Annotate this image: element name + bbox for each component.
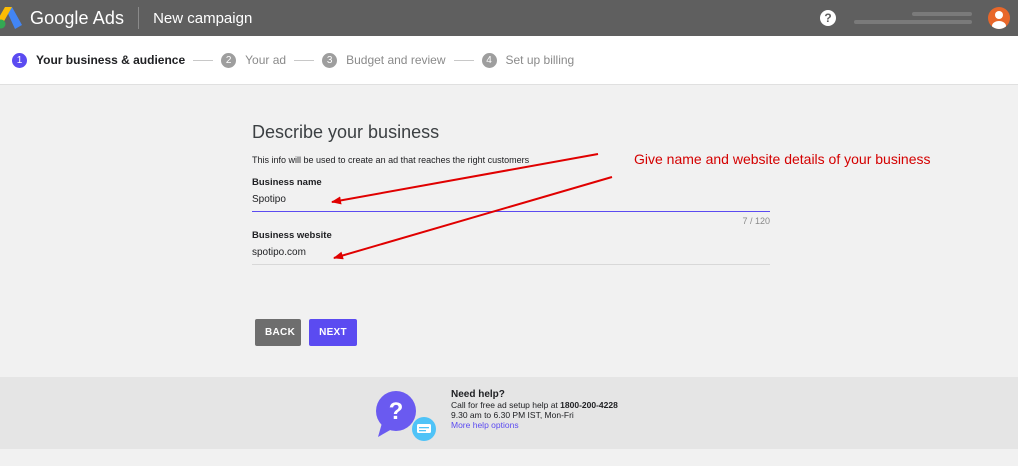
help-phone-prefix: Call for free ad setup help at: [451, 400, 561, 410]
help-footer: ? Need help? Call for free ad setup help…: [0, 377, 1018, 449]
step-budget-review[interactable]: 3 Budget and review: [322, 52, 446, 68]
business-website-input[interactable]: [252, 247, 770, 264]
help-phone-number: 1800-200-4228: [560, 400, 618, 410]
step-connector: [294, 59, 315, 61]
header-divider: [138, 7, 140, 29]
step-connector: [193, 59, 214, 61]
character-counter: 7 / 120: [742, 216, 770, 226]
business-form: Describe your business This info will be…: [252, 122, 770, 265]
business-name-underline: [252, 211, 770, 212]
top-app-bar: Google Ads New campaign ?: [0, 0, 1018, 36]
account-avatar-icon[interactable]: [988, 7, 1010, 29]
back-button[interactable]: BACK: [255, 319, 301, 346]
step-label: Your business & audience: [36, 53, 186, 67]
step-label: Budget and review: [346, 53, 446, 67]
business-website-underline: [252, 264, 770, 265]
step-label: Your ad: [245, 53, 287, 67]
step-number: 4: [481, 52, 497, 68]
header-actions: ?: [820, 0, 1018, 36]
step-your-ad[interactable]: 2 Your ad: [221, 52, 287, 68]
step-number: 3: [322, 52, 338, 68]
campaign-stepper: 1 Your business & audience 2 Your ad 3 B…: [0, 36, 1018, 85]
page-title: New campaign: [153, 9, 253, 27]
step-label: Set up billing: [505, 53, 575, 67]
help-hours: 9.30 am to 6.30 PM IST, Mon-Fri: [451, 410, 574, 420]
annotation-callout: Give name and website details of your bu…: [634, 151, 931, 167]
form-heading: Describe your business: [252, 122, 440, 142]
business-name-label: Business name: [252, 177, 322, 188]
form-actions: BACK NEXT: [255, 319, 357, 346]
brand-name: Google Ads: [30, 7, 125, 28]
step-business-audience[interactable]: 1 Your business & audience: [12, 52, 186, 68]
step-number: 1: [12, 52, 27, 68]
logo-area[interactable]: Google Ads: [0, 0, 124, 36]
chat-help-icon: ?: [376, 391, 436, 441]
more-help-link[interactable]: More help options: [451, 420, 618, 430]
help-text: Need help? Call for free ad setup help a…: [451, 389, 618, 431]
account-info[interactable]: [854, 7, 972, 29]
help-title: Need help?: [451, 389, 505, 400]
step-connector: [453, 59, 474, 61]
step-number: 2: [221, 52, 237, 68]
help-icon[interactable]: ?: [820, 10, 836, 26]
google-ads-logo-icon: [0, 7, 22, 29]
business-name-input[interactable]: [252, 194, 770, 211]
help-phone-line: Call for free ad setup help at 1800-200-…: [451, 400, 618, 410]
step-billing[interactable]: 4 Set up billing: [481, 52, 575, 68]
business-website-label: Business website: [252, 230, 332, 241]
svg-text:?: ?: [389, 398, 404, 425]
next-button[interactable]: NEXT: [309, 319, 357, 346]
